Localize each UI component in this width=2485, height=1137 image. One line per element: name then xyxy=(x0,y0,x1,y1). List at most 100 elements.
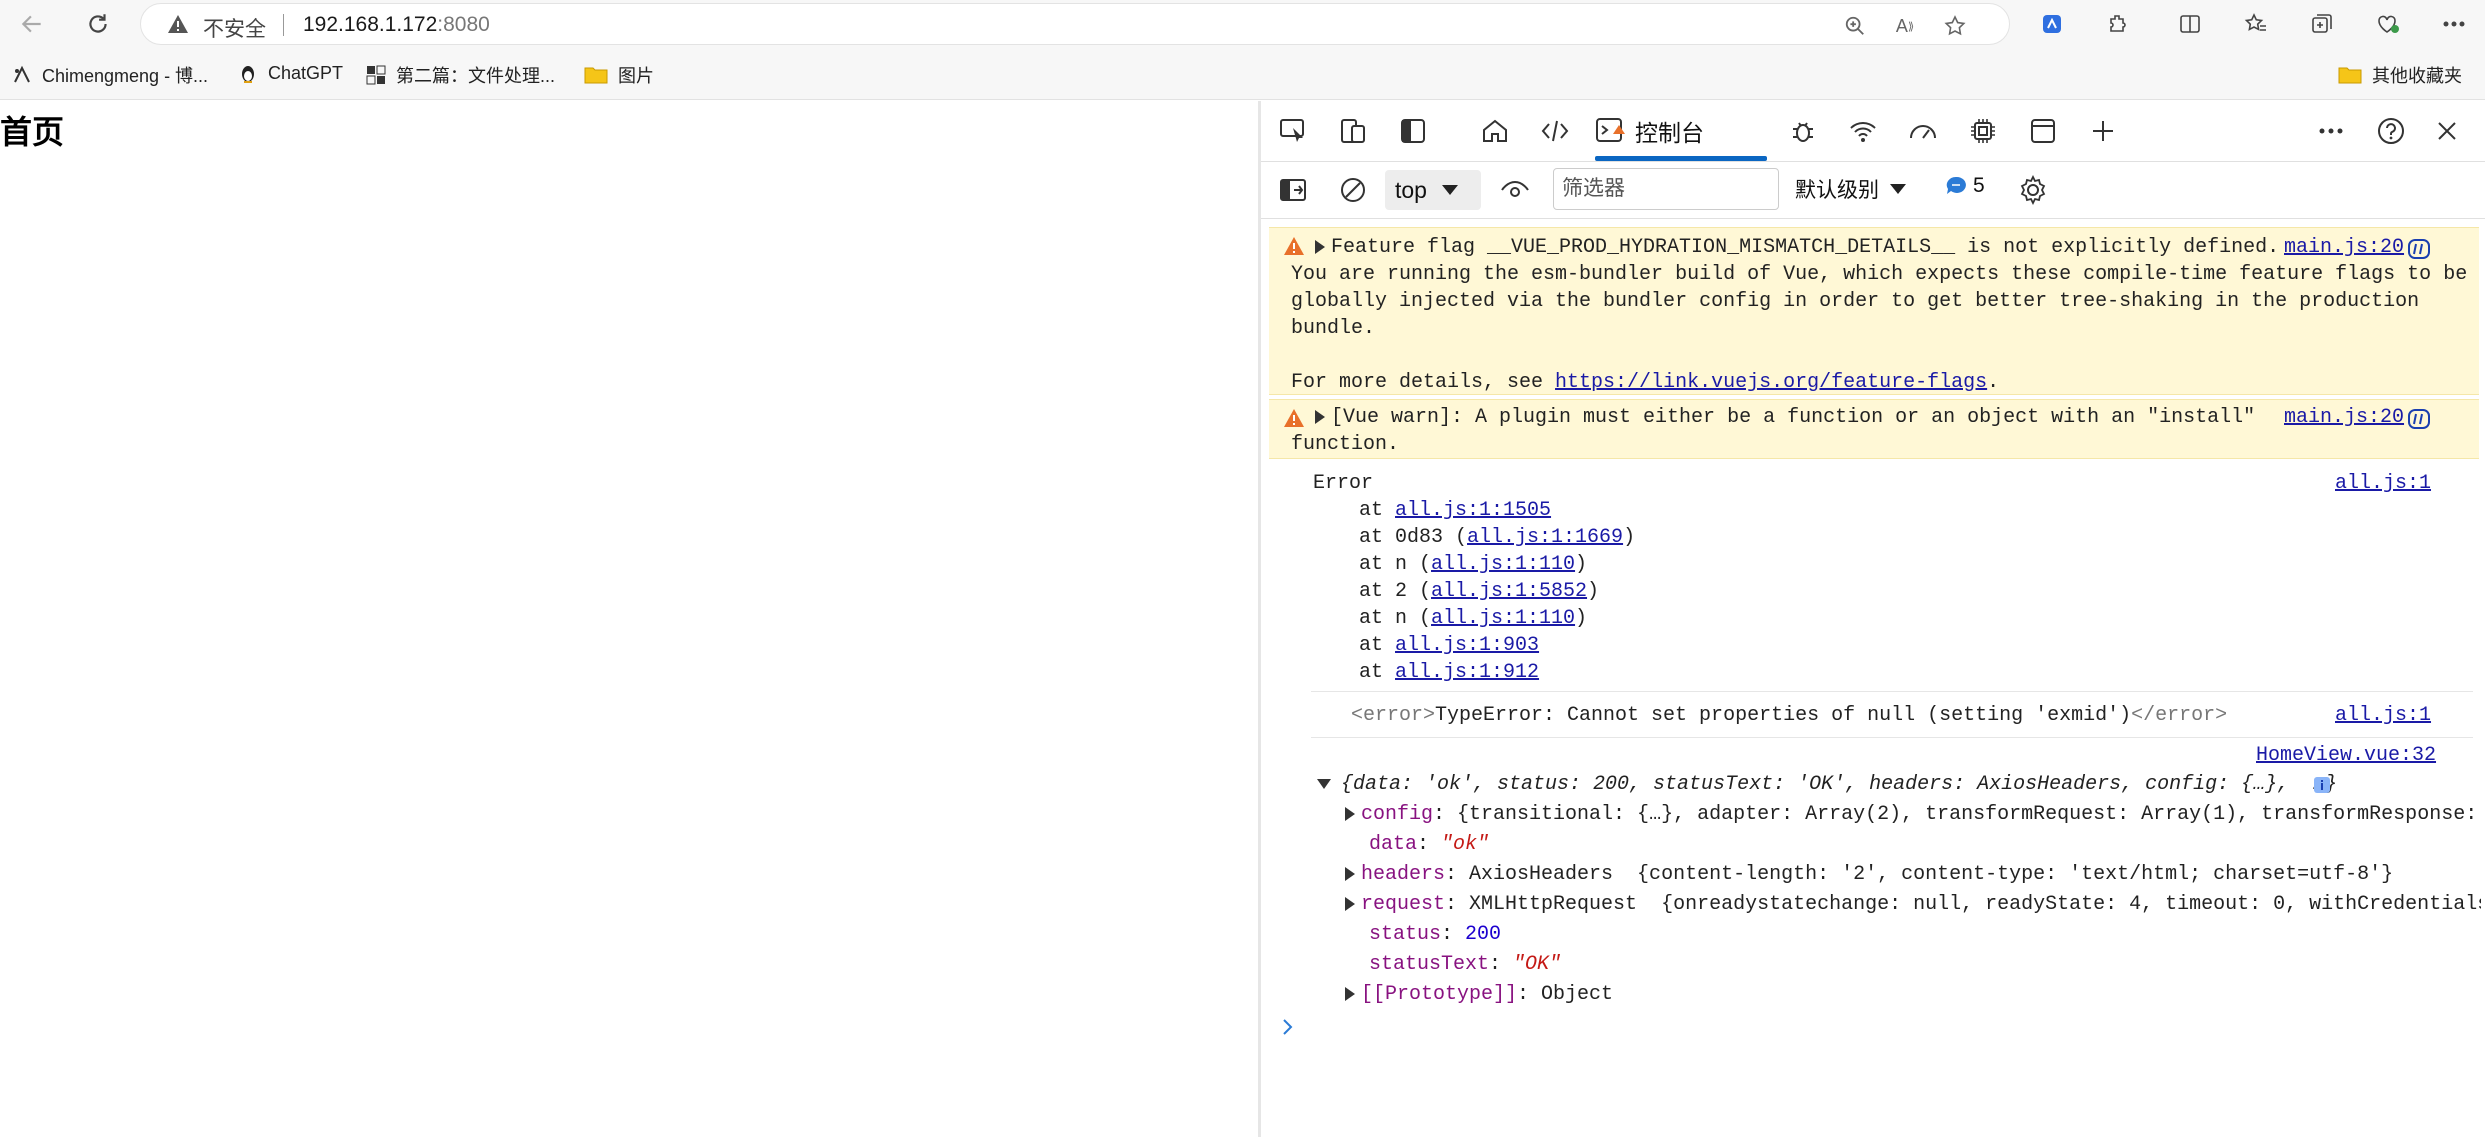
bookmarks-bar: Chimengmeng - 博... ChatGPT 第二篇：文件处理... 图… xyxy=(0,48,2485,100)
performance-gauge-icon[interactable] xyxy=(1903,113,1943,149)
not-secure-warning-icon[interactable] xyxy=(167,14,189,34)
bookmark-label: Chimengmeng - 博... xyxy=(42,66,209,86)
url-port: :8080 xyxy=(437,13,490,36)
object-property-request[interactable]: request: XMLHttpRequest {onreadystatecha… xyxy=(1345,891,2481,918)
warning-text: Feature flag __VUE_PROD_HYDRATION_MISMAT… xyxy=(1331,236,2280,259)
warning-message-line: bundle. xyxy=(1291,317,1376,340)
inspect-element-icon[interactable] xyxy=(1273,113,1313,149)
object-property-config[interactable]: config: {transitional: {…}, adapter: Arr… xyxy=(1345,801,2481,828)
bookmark-item-0[interactable]: Chimengmeng - 博... xyxy=(12,62,208,88)
console-filter-input[interactable] xyxy=(1553,168,1779,210)
bookmark-item-3[interactable]: 图片 xyxy=(584,62,654,88)
sidebar-toggle-icon[interactable] xyxy=(1273,172,1313,208)
help-icon[interactable] xyxy=(2371,113,2411,149)
bookmark-label: 第二篇：文件处理... xyxy=(396,66,556,86)
log-level-selector[interactable]: 默认级别 xyxy=(1795,174,1907,204)
favorite-star-icon[interactable] xyxy=(1941,12,1969,40)
site-icon xyxy=(366,65,386,85)
bookmark-item-2[interactable]: 第二篇：文件处理... xyxy=(366,62,555,88)
close-devtools-icon[interactable] xyxy=(2427,113,2467,149)
stack-frame: at 0d83 (all.js:1:1669) xyxy=(1359,526,1636,549)
add-tab-plus-icon[interactable] xyxy=(2083,113,2123,149)
penguin-icon xyxy=(238,62,258,84)
warning-message-line[interactable]: [Vue warn]: A plugin must either be a fu… xyxy=(1315,404,2255,431)
blog-icon xyxy=(12,65,32,85)
source-link[interactable]: all.js:1 xyxy=(2335,704,2431,727)
object-summary[interactable]: {data: 'ok', status: 200, statusText: 'O… xyxy=(1317,771,2427,798)
profile-extension-icon[interactable] xyxy=(2032,6,2072,42)
copilot-explain-icon[interactable] xyxy=(2407,408,2431,430)
application-icon[interactable] xyxy=(2023,113,2063,149)
stack-frame-link[interactable]: all.js:1:110 xyxy=(1431,553,1575,576)
device-emulation-icon[interactable] xyxy=(1333,113,1373,149)
memory-chip-icon[interactable] xyxy=(1963,113,2003,149)
zoom-icon[interactable] xyxy=(1841,12,1869,40)
warning-message-line: You are running the esm-bundler build of… xyxy=(1291,263,2468,286)
warning-message-line[interactable]: Feature flag __VUE_PROD_HYDRATION_MISMAT… xyxy=(1315,234,2279,261)
console-settings-gear-icon[interactable] xyxy=(2013,172,2053,208)
stack-frame-link[interactable]: all.js:1:1505 xyxy=(1395,499,1551,522)
error-title: Error xyxy=(1313,472,1374,495)
copilot-explain-icon[interactable] xyxy=(2407,238,2431,260)
back-arrow-icon[interactable] xyxy=(12,6,52,42)
stack-frame: at n (all.js:1:110) xyxy=(1359,607,1588,630)
context-label: top xyxy=(1395,176,1427,203)
bookmark-item-1[interactable]: ChatGPT xyxy=(238,62,343,84)
address-bar[interactable]: 不安全 192.168.1.172:8080 A ⟫ xyxy=(140,3,2010,45)
split-screen-icon[interactable] xyxy=(2170,6,2210,42)
object-property-headers[interactable]: headers: AxiosHeaders {content-length: '… xyxy=(1345,861,2481,888)
expand-triangle-icon[interactable] xyxy=(1345,986,1355,1001)
favorites-icon[interactable] xyxy=(2236,6,2276,42)
expand-triangle-icon[interactable] xyxy=(1315,409,1325,424)
stack-frame: at n (all.js:1:110) xyxy=(1359,553,1588,576)
console-tab-label: 控制台 xyxy=(1635,120,1704,146)
folder-icon xyxy=(584,65,608,85)
stack-frame-link[interactable]: all.js:1:1669 xyxy=(1467,526,1623,549)
stack-frame-link[interactable]: all.js:1:110 xyxy=(1431,607,1575,630)
object-summary-text: {data: 'ok', status: 200, statusText: 'O… xyxy=(1341,773,2338,796)
refresh-icon[interactable] xyxy=(78,6,118,42)
context-selector[interactable]: top xyxy=(1385,170,1481,210)
stack-frame-link[interactable]: all.js:1:903 xyxy=(1395,634,1539,657)
collections-icon[interactable] xyxy=(2302,6,2342,42)
info-icon[interactable] xyxy=(2313,776,2331,794)
live-expression-eye-icon[interactable] xyxy=(1495,172,1535,208)
elements-code-icon[interactable] xyxy=(1535,113,1575,149)
collapse-triangle-icon[interactable] xyxy=(1317,778,1331,789)
settings-more-icon[interactable] xyxy=(2434,6,2474,42)
feature-flags-link[interactable]: https://link.vuejs.org/feature-flags xyxy=(1555,371,1987,394)
warning-message-line: For more details, see https://link.vuejs… xyxy=(1291,369,1999,396)
debugger-bug-icon[interactable] xyxy=(1783,113,1823,149)
message-divider xyxy=(1311,737,2473,738)
expand-triangle-icon[interactable] xyxy=(1345,866,1355,881)
object-property-prototype[interactable]: [[Prototype]]: Object xyxy=(1345,981,1613,1008)
source-link[interactable]: main.js:20 xyxy=(2284,406,2404,429)
console-icon xyxy=(1595,116,1625,146)
security-label[interactable]: 不安全 xyxy=(203,13,266,43)
network-wifi-icon[interactable] xyxy=(1843,113,1883,149)
browser-essentials-icon[interactable] xyxy=(2368,6,2408,42)
source-link[interactable]: HomeView.vue:32 xyxy=(2256,744,2436,767)
extensions-icon[interactable] xyxy=(2098,6,2138,42)
expand-triangle-icon[interactable] xyxy=(1345,806,1355,821)
expand-triangle-icon[interactable] xyxy=(1315,239,1325,254)
source-link[interactable]: all.js:1 xyxy=(2335,472,2431,495)
more-options-icon[interactable] xyxy=(2311,113,2351,149)
welcome-home-icon[interactable] xyxy=(1475,113,1515,149)
console-warning: [Vue warn]: A plugin must either be a fu… xyxy=(1269,399,2479,459)
other-bookmarks[interactable]: 其他收藏夹 xyxy=(2338,62,2462,88)
dock-side-icon[interactable] xyxy=(1393,113,1433,149)
read-aloud-icon[interactable]: A ⟫ xyxy=(1891,12,1919,40)
object-property-status: status: 200 xyxy=(1369,923,1502,946)
warning-text: For more details, see xyxy=(1291,371,1556,394)
expand-triangle-icon[interactable] xyxy=(1345,896,1355,911)
tab-console[interactable]: 控制台 xyxy=(1595,109,1704,153)
clear-console-icon[interactable] xyxy=(1333,172,1373,208)
url-text[interactable]: 192.168.1.172:8080 xyxy=(303,13,490,37)
stack-frame-link[interactable]: all.js:1:5852 xyxy=(1431,580,1587,603)
stack-frame-link[interactable]: all.js:1:912 xyxy=(1395,661,1539,684)
console-prompt-chevron-icon[interactable] xyxy=(1281,1017,1295,1037)
message-count-badge[interactable]: 5 xyxy=(1945,174,1985,198)
source-link[interactable]: main.js:20 xyxy=(2284,236,2404,259)
warning-triangle-icon xyxy=(1283,408,1305,428)
